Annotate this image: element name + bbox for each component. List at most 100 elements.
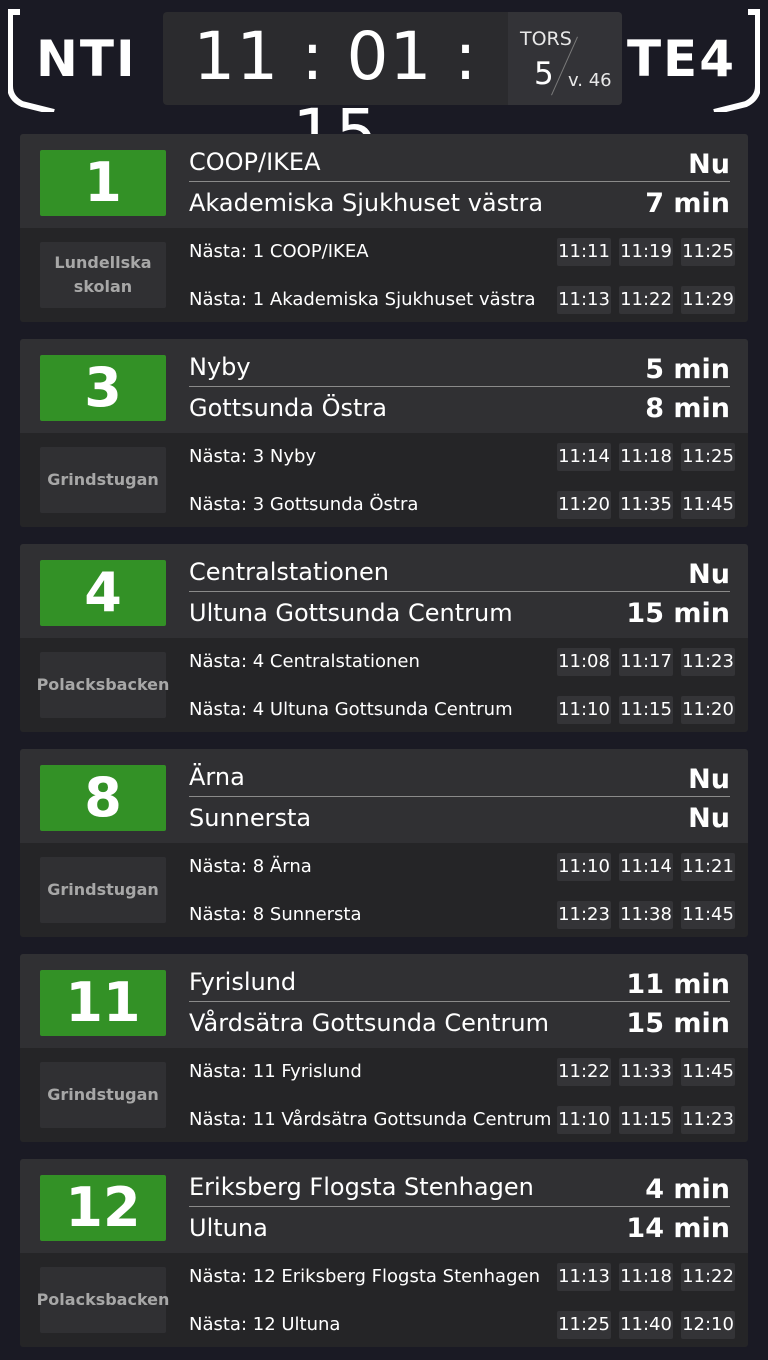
departure-time-chip: 11:08 xyxy=(557,648,611,676)
departure-time-chip: 11:15 xyxy=(619,696,673,724)
departure-card-line-4: 4 Centralstationen Ultuna Gottsunda Cent… xyxy=(20,544,748,732)
next-departures-label-secondary: Nästa: 11 Vårdsätra Gottsunda Centrum xyxy=(189,1109,552,1130)
eta-secondary: 15 min xyxy=(626,1008,730,1039)
line-number-badge: 4 xyxy=(40,560,166,626)
clock-date-panel: TORS 5 v. 46 xyxy=(508,12,622,105)
next-departures-label-secondary: Nästa: 3 Gottsunda Östra xyxy=(189,494,419,515)
departure-time-chip: 11:18 xyxy=(619,1263,673,1291)
next-departures-label-primary: Nästa: 4 Centralstationen xyxy=(189,651,420,672)
departure-card-line-11: 11 Fyrislund Vårdsätra Gottsunda Centrum… xyxy=(20,954,748,1142)
destination-secondary: Sunnersta xyxy=(189,804,312,832)
destination-primary: Ärna xyxy=(189,763,245,791)
header: NTI 11 : 01 : 15 TORS 5 v. 46 TE4 xyxy=(0,0,768,172)
destination-divider xyxy=(189,181,730,182)
departure-time-chip: 11:38 xyxy=(619,901,673,929)
line-number-badge: 12 xyxy=(40,1175,166,1241)
departure-time-chip: 11:10 xyxy=(557,696,611,724)
eta-primary: Nu xyxy=(688,559,730,590)
eta-secondary: 8 min xyxy=(645,393,730,424)
clock-day-of-month: 5 xyxy=(534,56,554,92)
departure-time-chip: 11:14 xyxy=(557,443,611,471)
clock: 11 : 01 : 15 TORS 5 v. 46 xyxy=(163,12,622,172)
departure-time-chip: 11:20 xyxy=(557,491,611,519)
eta-secondary: 15 min xyxy=(626,598,730,629)
eta-primary: 5 min xyxy=(645,354,730,385)
next-departures-label-secondary: Nästa: 8 Sunnersta xyxy=(189,904,362,925)
eta-primary: 11 min xyxy=(626,969,730,1000)
eta-primary: 4 min xyxy=(645,1174,730,1205)
departure-time-chip: 11:14 xyxy=(619,853,673,881)
departure-time-chip: 11:15 xyxy=(619,1106,673,1134)
destination-primary: Nyby xyxy=(189,353,251,381)
departure-time-chip: 11:23 xyxy=(681,648,735,676)
destination-secondary: Vårdsätra Gottsunda Centrum xyxy=(189,1009,549,1037)
departure-time-chip: 11:25 xyxy=(681,238,735,266)
destination-secondary: Akademiska Sjukhuset västra xyxy=(189,189,544,217)
departure-time-chip: 11:33 xyxy=(619,1058,673,1086)
departure-time-chip: 11:22 xyxy=(681,1263,735,1291)
departure-time-chip: 11:10 xyxy=(557,853,611,881)
te4-logo-text: TE4 xyxy=(626,30,736,88)
next-departures-label-primary: Nästa: 8 Ärna xyxy=(189,856,312,877)
stop-name: Grindstugan xyxy=(40,447,166,513)
next-departures-label-primary: Nästa: 11 Fyrislund xyxy=(189,1061,362,1082)
clock-weekday: TORS xyxy=(520,28,572,50)
departure-time-chip: 11:22 xyxy=(557,1058,611,1086)
departure-card-line-1: 1 COOP/IKEA Akademiska Sjukhuset västra … xyxy=(20,134,748,322)
departure-time-chip: 11:11 xyxy=(557,238,611,266)
destination-secondary: Ultuna Gottsunda Centrum xyxy=(189,599,513,627)
departure-card-line-12: 12 Eriksberg Flogsta Stenhagen Ultuna 4 … xyxy=(20,1159,748,1347)
stop-name: Polacksbacken xyxy=(37,652,169,718)
next-departures-label-primary: Nästa: 3 Nyby xyxy=(189,446,317,467)
departure-time-chip: 11:40 xyxy=(619,1311,673,1339)
eta-secondary: 14 min xyxy=(626,1213,730,1244)
destination-secondary: Ultuna xyxy=(189,1214,268,1242)
departure-time-chip: 11:10 xyxy=(557,1106,611,1134)
departure-time-chip: 11:45 xyxy=(681,491,735,519)
departure-time-chip: 11:20 xyxy=(681,696,735,724)
departure-time-chip: 11:23 xyxy=(557,901,611,929)
destination-primary: Centralstationen xyxy=(189,558,389,586)
next-departures-label-primary: Nästa: 1 COOP/IKEA xyxy=(189,241,369,262)
destination-divider xyxy=(189,386,730,387)
departure-time-chip: 11:21 xyxy=(681,853,735,881)
line-number-badge: 3 xyxy=(40,355,166,421)
departure-time-chip: 11:25 xyxy=(681,443,735,471)
destination-primary: Fyrislund xyxy=(189,968,297,996)
te4-logo: TE4 xyxy=(624,8,760,112)
departure-time-chip: 11:29 xyxy=(681,286,735,314)
line-number-badge: 11 xyxy=(40,970,166,1036)
line-number-badge: 8 xyxy=(40,765,166,831)
nti-logo: NTI xyxy=(8,8,138,112)
line-number-badge: 1 xyxy=(40,150,166,216)
stop-name: Grindstugan xyxy=(40,1062,166,1128)
next-departures-label-secondary: Nästa: 4 Ultuna Gottsunda Centrum xyxy=(189,699,513,720)
departure-time-chip: 11:45 xyxy=(681,901,735,929)
destination-divider xyxy=(189,1001,730,1002)
destination-divider xyxy=(189,1206,730,1207)
clock-week-number: v. 46 xyxy=(568,70,612,91)
destination-divider xyxy=(189,796,730,797)
departure-time-chip: 11:13 xyxy=(557,1263,611,1291)
nti-logo-text: NTI xyxy=(36,30,137,88)
departure-time-chip: 11:45 xyxy=(681,1058,735,1086)
next-departures-label-secondary: Nästa: 1 Akademiska Sjukhuset västra xyxy=(189,289,536,310)
destination-primary: COOP/IKEA xyxy=(189,148,321,176)
eta-secondary: 7 min xyxy=(645,188,730,219)
departure-time-chip: 11:35 xyxy=(619,491,673,519)
stop-name: Polacksbacken xyxy=(37,1267,169,1333)
departure-time-chip: 11:25 xyxy=(557,1311,611,1339)
departure-time-chip: 11:23 xyxy=(681,1106,735,1134)
destination-divider xyxy=(189,591,730,592)
stop-name: Lundellska skolan xyxy=(40,242,166,308)
stop-name: Grindstugan xyxy=(40,857,166,923)
departure-time-chip: 11:22 xyxy=(619,286,673,314)
departure-time-chip: 11:13 xyxy=(557,286,611,314)
next-departures-label-primary: Nästa: 12 Eriksberg Flogsta Stenhagen xyxy=(189,1266,540,1287)
eta-secondary: Nu xyxy=(688,803,730,834)
departure-time-chip: 11:19 xyxy=(619,238,673,266)
departure-card-line-8: 8 Ärna Sunnersta Nu Nu Grindstugan Nästa… xyxy=(20,749,748,937)
destination-secondary: Gottsunda Östra xyxy=(189,394,387,422)
departure-time-chip: 11:18 xyxy=(619,443,673,471)
eta-primary: Nu xyxy=(688,149,730,180)
